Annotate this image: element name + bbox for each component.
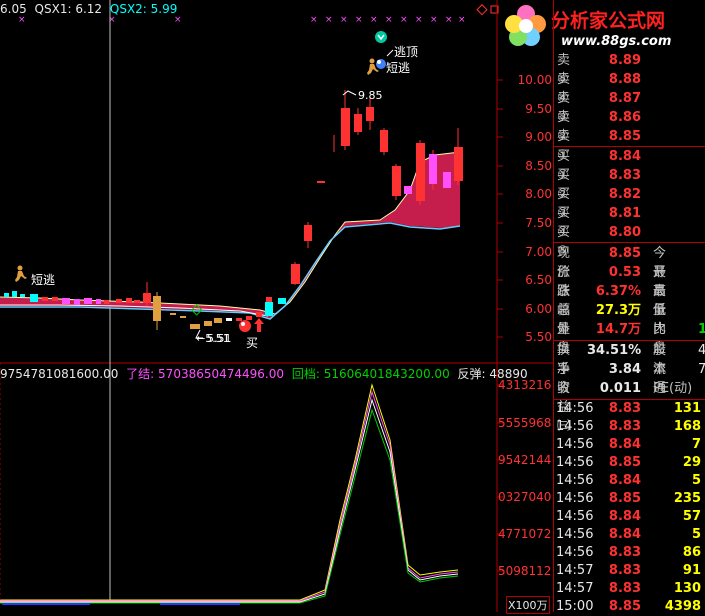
- runner-icon: [15, 265, 27, 282]
- logo-url: www.88gs.com: [561, 34, 672, 49]
- y-tick: 6.00: [525, 302, 552, 316]
- svg-text:×: ×: [108, 15, 116, 25]
- svg-text:×: ×: [340, 15, 348, 25]
- ind-tick: 4313216: [498, 378, 552, 392]
- svg-text:×: ×: [370, 15, 378, 25]
- svg-text:×: ×: [174, 15, 182, 25]
- svg-text:×: ×: [400, 15, 408, 25]
- indicator-header: 9754781081600.00 了结: 57038650474496.00 回…: [0, 365, 528, 382]
- trend-line-upper: [0, 151, 461, 315]
- ind-tick: 5555968: [498, 416, 552, 430]
- low-price-value: 5.51: [207, 332, 232, 345]
- y-tick: 7.50: [525, 216, 552, 230]
- logo-title: 分析家公式网: [551, 10, 666, 32]
- escape-label-left: 短逃: [31, 273, 56, 287]
- buy-label: 买: [246, 336, 259, 350]
- liaojie-value: 57038650474496.00: [158, 367, 285, 381]
- fantan-label: 反弹:: [457, 367, 486, 381]
- y-tick: 7.00: [525, 245, 552, 259]
- buy-signal-icon: [239, 318, 264, 332]
- svg-text:×: ×: [415, 15, 423, 25]
- svg-text:×: ×: [310, 15, 318, 25]
- y-tick: 5.50: [525, 330, 552, 344]
- y-tick: 9.00: [525, 130, 552, 144]
- svg-text:×: ×: [18, 15, 26, 25]
- ind-tick: 5098112: [498, 564, 552, 578]
- huidang-label: 回档:: [291, 367, 320, 381]
- ind-tick: 4771072: [498, 527, 552, 541]
- y-tick: 10.00: [517, 73, 552, 87]
- y-tick: 8.50: [525, 159, 552, 173]
- main-chart[interactable]: × × × × × × × × × × × × × ×: [0, 0, 553, 612]
- quote-panel: 分析家公式网 www.88gs.com 卖⑤ 8.89 卖④ 8.88 卖③ 8.87…: [505, 0, 705, 614]
- blue-ball-icon: [376, 59, 386, 69]
- escape-top-icon: [375, 31, 387, 43]
- y-tick: 8.00: [525, 187, 552, 201]
- top-right-markers: [476, 4, 499, 16]
- site-logo[interactable]: 分析家公式网 www.88gs.com: [503, 0, 703, 52]
- liaojie-label: 了结:: [126, 367, 155, 381]
- huidang-value: 51606401843200.00: [323, 367, 450, 381]
- price-ticks: [497, 79, 503, 338]
- indicator-left-value: 9754781081600.00: [0, 367, 119, 381]
- escape-short-label: 短逃: [386, 61, 411, 75]
- svg-text:×: ×: [325, 15, 333, 25]
- top-x-markers: × × × × × × × × × × × × × ×: [18, 15, 466, 25]
- flower-logo-icon: [505, 5, 546, 46]
- svg-text:×: ×: [458, 15, 466, 25]
- high-price-label: 9.85: [358, 89, 383, 102]
- indicator-unit: X100万: [506, 596, 550, 614]
- escape-top-label: 逃顶: [394, 45, 419, 59]
- svg-text:×: ×: [355, 15, 363, 25]
- indicator-ticks: [497, 384, 503, 572]
- ind-tick: 0327040: [498, 490, 552, 504]
- ind-tick: 9542144: [498, 453, 552, 467]
- indicator-lines: [0, 383, 459, 604]
- escape-arrow: [386, 49, 394, 57]
- trend-ribbon: [0, 152, 460, 318]
- svg-text:×: ×: [385, 15, 393, 25]
- y-tick: 6.50: [525, 273, 552, 287]
- svg-text:×: ×: [445, 15, 453, 25]
- y-tick: 9.50: [525, 102, 552, 116]
- svg-text:×: ×: [430, 15, 438, 25]
